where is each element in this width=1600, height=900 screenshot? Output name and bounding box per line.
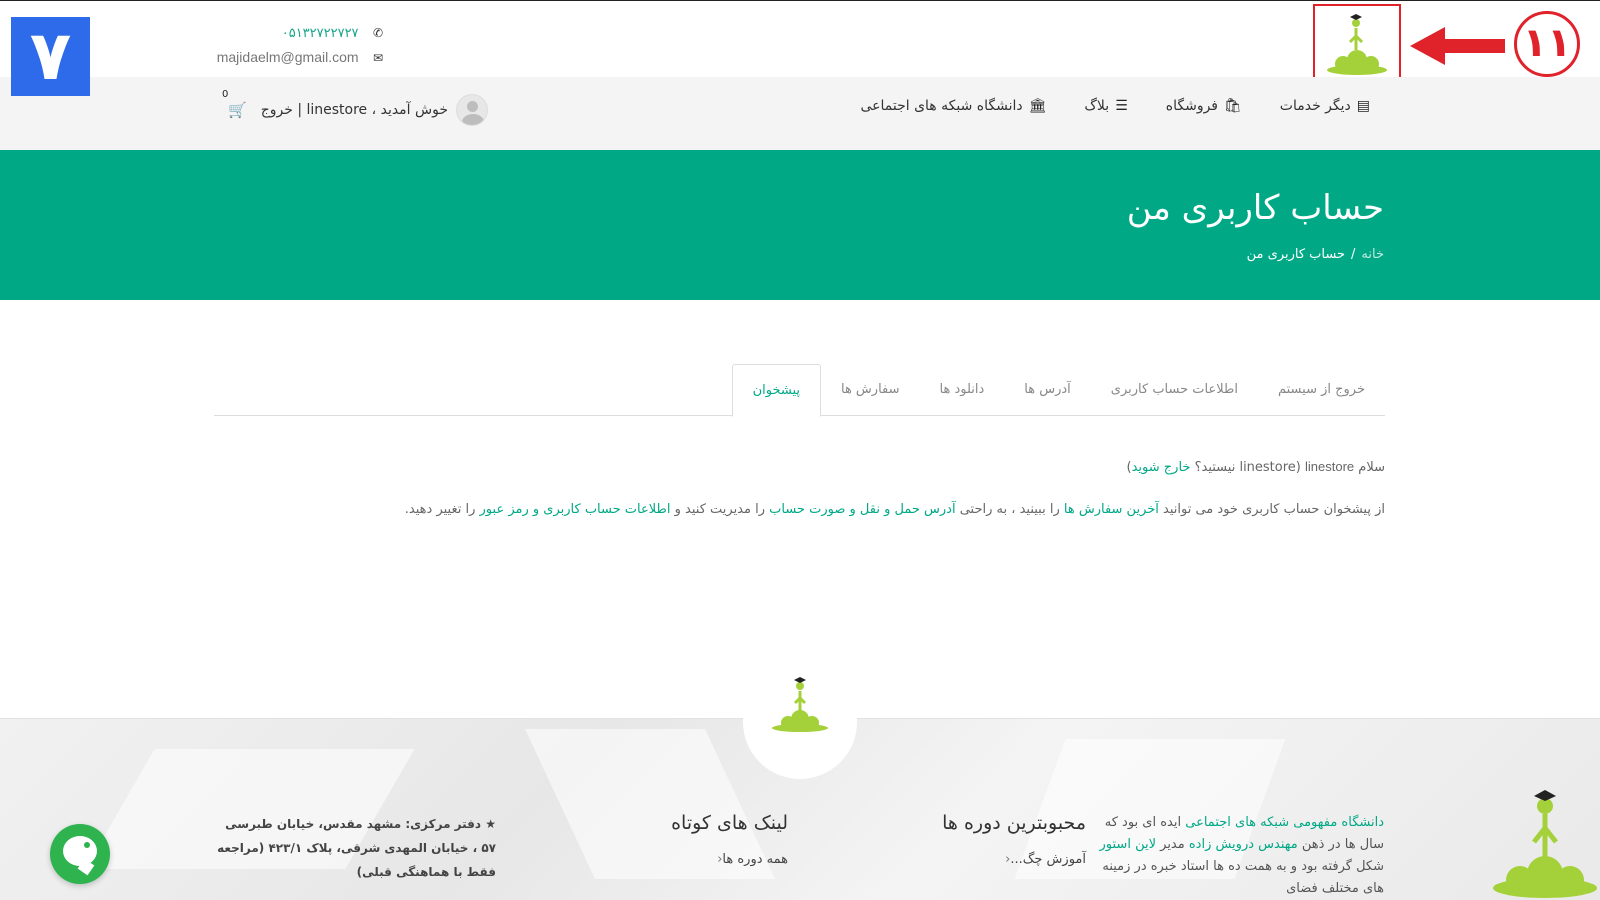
phone-number[interactable]: ۰۵۱۳۲۷۲۲۷۲۷ bbox=[282, 26, 359, 41]
id-card-icon: ▤ bbox=[1356, 98, 1370, 114]
nav-item-university[interactable]: 🏛 دانشگاه شبکه های اجتماعی bbox=[860, 98, 1046, 114]
cart-count: 0 bbox=[222, 89, 229, 100]
dashboard-intro-paragraph: از پیشخوان حساب کاربری خود می توانید آخر… bbox=[214, 498, 1385, 522]
nav-item-label: دانشگاه شبکه های اجتماعی bbox=[860, 98, 1023, 114]
footer-logo-mascot-icon bbox=[772, 677, 828, 732]
footer-about-link[interactable]: دانشگاه مفهومی شبکه های اجتماعی bbox=[1185, 815, 1384, 830]
sitemap-icon: ☰ bbox=[1115, 98, 1128, 114]
greeting-paragraph: سلام linestore (linestore نیستید؟ خارج ش… bbox=[214, 455, 1385, 480]
nav-item-blog[interactable]: ☰ بلاگ bbox=[1084, 98, 1127, 114]
logout-link[interactable]: خارج شوید bbox=[1132, 460, 1191, 475]
university-icon: 🏛 bbox=[1028, 98, 1047, 114]
user-greeting[interactable]: خوش آمدید ، linestore | خروج bbox=[261, 102, 448, 118]
chat-icon[interactable] bbox=[50, 824, 110, 884]
footer-about-text: مدیر bbox=[1160, 837, 1185, 852]
cart-icon[interactable]: 🛒 0 bbox=[222, 89, 247, 119]
nav-item-services[interactable]: ▤ دیگر خدمات bbox=[1280, 98, 1370, 114]
nav-item-shop[interactable]: 🛍 فروشگاه bbox=[1166, 98, 1242, 114]
step-number-badge: ۷ bbox=[11, 17, 90, 96]
tab-list: پیشخوان سفارش ها دانلود ها آدرس ها اطلاع… bbox=[731, 364, 1385, 417]
footer-popular-item-label: آموزش چگ... bbox=[1010, 852, 1086, 867]
user-area: 🛒 0 خوش آمدید ، linestore | خروج bbox=[222, 89, 488, 126]
nav-item-label: دیگر خدمات bbox=[1279, 98, 1351, 114]
tab-account-details[interactable]: اطلاعات حساب کاربری bbox=[1091, 364, 1258, 416]
annotation-arrow-icon bbox=[1410, 27, 1505, 65]
annotation-number: ۱۱ bbox=[1514, 11, 1580, 77]
email-address[interactable]: majidaelm@gmail.com bbox=[217, 49, 359, 65]
footer-short-links: لینک های کوتاه همه دوره ها‹ bbox=[588, 812, 788, 867]
chat-indicator bbox=[84, 842, 90, 848]
nav-item-label: بلاگ bbox=[1084, 98, 1110, 114]
footer-popular-item[interactable]: آموزش چگ...‹ bbox=[856, 852, 1086, 867]
tab-downloads[interactable]: دانلود ها bbox=[920, 364, 1005, 416]
intro-text: را تغییر دهید. bbox=[404, 502, 476, 517]
footer-mascot-icon bbox=[1493, 790, 1597, 898]
footer-about: دانشگاه مفهومی شبکه های اجتماعی ایده ای … bbox=[1094, 812, 1384, 900]
footer-popular-heading: محبوبترین دوره ها bbox=[942, 812, 1086, 834]
intro-text: از پیشخوان حساب کاربری خود می توانید bbox=[1163, 502, 1385, 517]
breadcrumb: خانه / حساب کاربری من bbox=[1247, 247, 1384, 262]
footer-popular-courses: محبوبترین دوره ها آموزش چگ...‹ bbox=[856, 812, 1086, 867]
page-title: حساب کاربری من bbox=[1126, 188, 1384, 228]
email-row: majidaelm@gmail.com ✉ bbox=[210, 45, 385, 69]
breadcrumb-separator: / bbox=[1351, 247, 1356, 262]
breadcrumb-home[interactable]: خانه bbox=[1361, 247, 1384, 262]
user-avatar-icon[interactable] bbox=[456, 94, 488, 126]
page-header: حساب کاربری من خانه / حساب کاربری من bbox=[0, 150, 1600, 300]
greeting-question: (linestore نیستید؟ bbox=[1194, 460, 1301, 475]
footer-link-item-label: همه دوره ها bbox=[722, 852, 788, 867]
footer-links-heading: لینک های کوتاه bbox=[671, 812, 788, 834]
tab-addresses[interactable]: آدرس ها bbox=[1004, 364, 1091, 416]
addresses-link[interactable]: آدرس حمل و نقل و صورت حساب bbox=[769, 502, 955, 517]
phone-row: ۰۵۱۳۲۷۲۲۷۲۷ ✆ bbox=[210, 21, 385, 45]
breadcrumb-current: حساب کاربری من bbox=[1246, 247, 1346, 262]
nav-item-label: فروشگاه bbox=[1165, 98, 1218, 114]
footer-address: ★ دفتر مرکزی: مشهد مقدس، خیابان طبرسی ۵۷… bbox=[217, 817, 496, 879]
tab-logout[interactable]: خروج از سیستم bbox=[1258, 364, 1385, 416]
shopping-bag-icon: 🛍 bbox=[1224, 98, 1242, 114]
footer-about-text: شکل گرفته بود و به همت ده ها استاد خبره … bbox=[1102, 859, 1384, 896]
intro-text: را ببینید ، به راحتی bbox=[959, 502, 1060, 517]
dashboard-content: سلام linestore (linestore نیستید؟ خارج ش… bbox=[214, 455, 1385, 540]
recent-orders-link[interactable]: آخرین سفارش ها bbox=[1064, 502, 1159, 517]
footer-logo[interactable] bbox=[743, 665, 857, 779]
footer-about-link[interactable]: مهندس درویش زاده bbox=[1189, 837, 1298, 852]
contact-info: ۰۵۱۳۲۷۲۲۷۲۷ ✆ majidaelm@gmail.com ✉ bbox=[210, 21, 385, 69]
tab-orders[interactable]: سفارش ها bbox=[821, 364, 920, 416]
tab-dashboard[interactable]: پیشخوان bbox=[731, 364, 821, 417]
account-tabs: پیشخوان سفارش ها دانلود ها آدرس ها اطلاع… bbox=[214, 364, 1385, 417]
logo-mascot-icon bbox=[1327, 14, 1387, 75]
account-details-link[interactable]: اطلاعات حساب کاربری و رمز عبور bbox=[480, 502, 671, 517]
greeting-username: linestore bbox=[1305, 459, 1355, 474]
greeting-text: سلام bbox=[1358, 460, 1385, 475]
site-logo[interactable] bbox=[1313, 4, 1401, 79]
footer-link-item[interactable]: همه دوره ها‹ bbox=[588, 852, 788, 867]
nav-menu: 🏛 دانشگاه شبکه های اجتماعی ☰ بلاگ 🛍 فروش… bbox=[860, 98, 1370, 114]
phone-icon: ✆ bbox=[372, 26, 384, 40]
envelope-icon: ✉ bbox=[372, 51, 384, 65]
intro-text: را مدیریت کنید و bbox=[674, 502, 765, 517]
main-nav: 🏛 دانشگاه شبکه های اجتماعی ☰ بلاگ 🛍 فروش… bbox=[0, 77, 1600, 150]
footer-about-link[interactable]: لاین استور bbox=[1100, 837, 1156, 852]
top-bar: ۰۵۱۳۲۷۲۲۷۲۷ ✆ majidaelm@gmail.com ✉ ۱۱ bbox=[0, 0, 1600, 79]
